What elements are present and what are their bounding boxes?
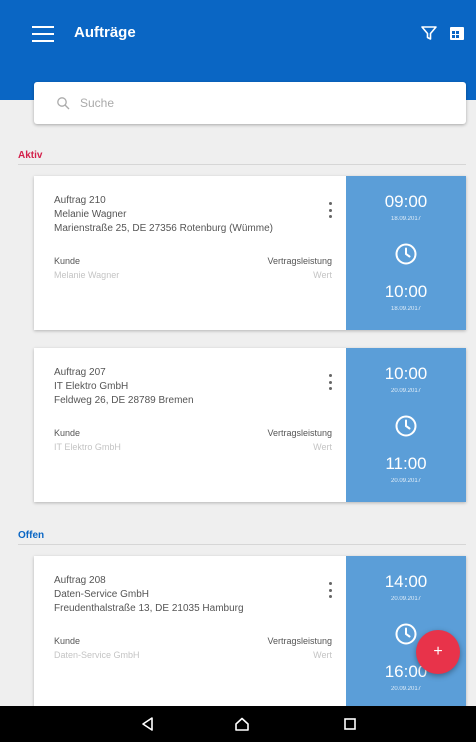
order-info: Auftrag 210 Melanie Wagner Marienstraße … [54, 194, 334, 236]
start-time: 09:00 [384, 192, 428, 211]
end-time: 11:00 [385, 454, 427, 473]
section-divider [18, 544, 466, 545]
more-options-icon[interactable] [324, 374, 336, 390]
back-icon[interactable] [140, 716, 156, 732]
order-title: Auftrag 208 [54, 575, 106, 586]
start-date: 20.09.2017 [390, 388, 422, 394]
section-label-offen: Offen [18, 530, 45, 541]
order-customer-name: Daten-Service GmbH [54, 589, 150, 600]
add-icon: + [433, 643, 443, 660]
recents-icon[interactable] [342, 716, 358, 732]
order-address: Freudenthalstraße 13, DE 21035 Hamburg [54, 603, 244, 614]
order-info: Auftrag 207 IT Elektro GmbH Feldweg 26, … [54, 366, 334, 408]
kunde-label: Kunde [54, 428, 81, 438]
more-options-icon[interactable] [324, 582, 336, 598]
order-title: Auftrag 207 [54, 367, 106, 378]
clock-icon [395, 243, 417, 265]
order-card[interactable]: Auftrag 208 Daten-Service GmbH Freudenth… [34, 556, 466, 710]
search-input[interactable] [80, 96, 380, 110]
order-title: Auftrag 210 [54, 195, 106, 206]
calendar-icon[interactable] [448, 24, 466, 42]
kunde-value: Daten-Service GmbH [54, 650, 140, 660]
menu-icon[interactable] [32, 26, 54, 42]
order-card[interactable]: Auftrag 210 Melanie Wagner Marienstraße … [34, 176, 466, 330]
vertrag-value: Wert [313, 270, 332, 280]
clock-icon [395, 415, 417, 437]
kunde-value: IT Elektro GmbH [54, 442, 121, 452]
start-time: 10:00 [384, 364, 428, 383]
end-date: 20.09.2017 [390, 686, 422, 692]
order-customer-name: IT Elektro GmbH [54, 381, 129, 392]
add-button[interactable]: + [416, 630, 460, 674]
vertrag-label: Vertragsleistung [267, 256, 332, 266]
end-time: 10:00 [384, 282, 428, 301]
start-date: 18.09.2017 [390, 216, 422, 222]
search-icon [57, 97, 70, 110]
vertrag-value: Wert [313, 442, 332, 452]
kunde-value: Melanie Wagner [54, 270, 120, 280]
order-address: Feldweg 26, DE 28789 Bremen [54, 395, 194, 406]
order-card[interactable]: Auftrag 207 IT Elektro GmbH Feldweg 26, … [34, 348, 466, 502]
home-icon[interactable] [234, 716, 250, 732]
kunde-label: Kunde [54, 636, 81, 646]
order-customer-name: Melanie Wagner [54, 209, 127, 220]
vertrag-label: Vertragsleistung [267, 428, 332, 438]
end-date: 20.09.2017 [390, 478, 422, 484]
section-label-aktiv: Aktiv [18, 150, 43, 161]
order-info: Auftrag 208 Daten-Service GmbH Freudenth… [54, 574, 334, 616]
vertrag-label: Vertragsleistung [267, 636, 332, 646]
more-options-icon[interactable] [324, 202, 336, 218]
section-divider [18, 164, 466, 165]
time-panel: 09:00 18.09.2017 10:00 18.09.2017 [346, 176, 466, 330]
kunde-label: Kunde [54, 256, 81, 266]
search-box[interactable] [34, 82, 466, 124]
clock-icon [395, 623, 417, 645]
end-date: 18.09.2017 [390, 306, 422, 312]
start-date: 20.09.2017 [390, 596, 422, 602]
time-panel: 10:00 20.09.2017 11:00 20.09.2017 [346, 348, 466, 502]
page-title: Aufträge [74, 24, 136, 41]
vertrag-value: Wert [313, 650, 332, 660]
order-address: Marienstraße 25, DE 27356 Rotenburg (Wüm… [54, 223, 273, 234]
start-time: 14:00 [384, 572, 428, 591]
filter-icon[interactable] [420, 24, 438, 42]
system-nav-bar [0, 706, 476, 742]
